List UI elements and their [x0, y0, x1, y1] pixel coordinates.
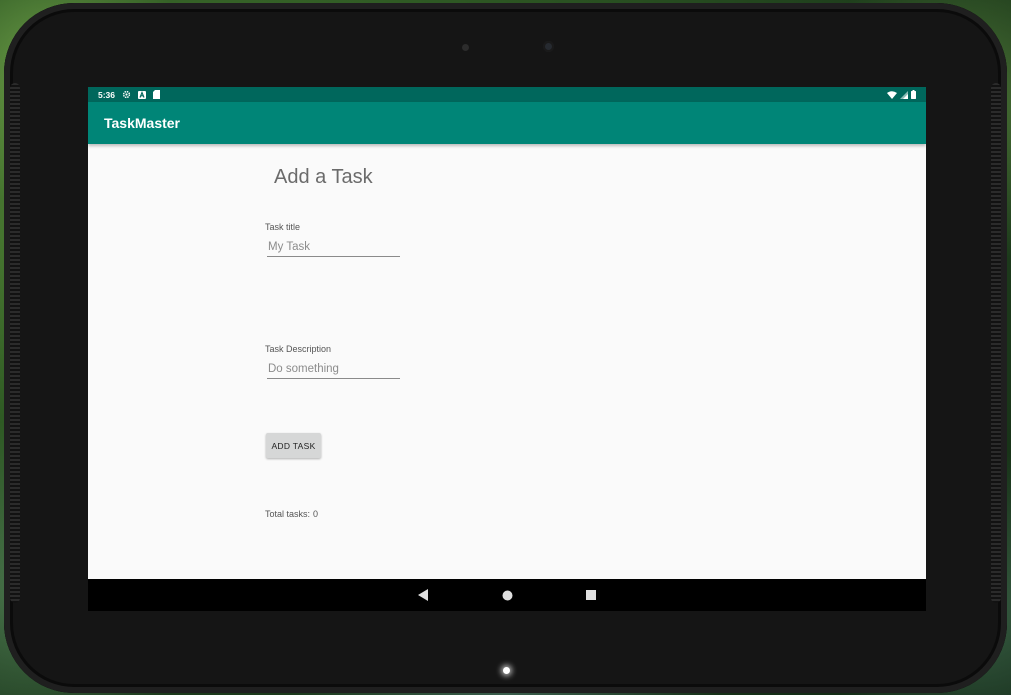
app-screen: 5:36 TaskMaster Add a Task Task title My… [88, 87, 926, 611]
task-description-label: Task Description [265, 344, 332, 354]
app-bar: TaskMaster [88, 102, 926, 144]
recents-button[interactable] [571, 579, 611, 611]
recents-icon [586, 590, 596, 600]
add-task-form: Add a Task Task title Task Description A… [88, 144, 926, 579]
back-icon [417, 589, 428, 601]
total-tasks-label: Total tasks: [265, 509, 311, 519]
status-time: 5:36 [98, 89, 116, 100]
speaker-grille-right [991, 83, 1001, 603]
add-task-button[interactable]: ADD TASK [266, 433, 321, 458]
light-sensor [462, 44, 469, 51]
a-badge-icon [138, 90, 147, 99]
front-camera [543, 41, 554, 52]
home-button[interactable] [487, 579, 527, 611]
wifi-icon [887, 90, 897, 99]
sd-card-icon [153, 90, 161, 99]
notification-led [503, 667, 510, 674]
speaker-grille-left [10, 83, 20, 603]
battery-icon [911, 90, 916, 99]
task-title-label: Task title [265, 222, 301, 232]
app-title: TaskMaster [104, 115, 181, 131]
back-button[interactable] [403, 579, 443, 611]
total-tasks-text: Total tasks: 0 [265, 509, 318, 519]
page-title: Add a Task [274, 166, 373, 188]
task-description-input[interactable] [267, 359, 400, 379]
navigation-bar [88, 579, 926, 611]
task-title-input[interactable] [267, 237, 400, 257]
status-bar: 5:36 [88, 87, 926, 102]
home-icon [502, 590, 512, 600]
signal-icon [900, 90, 908, 99]
gear-icon [122, 90, 131, 99]
total-tasks-count: 0 [313, 509, 319, 519]
